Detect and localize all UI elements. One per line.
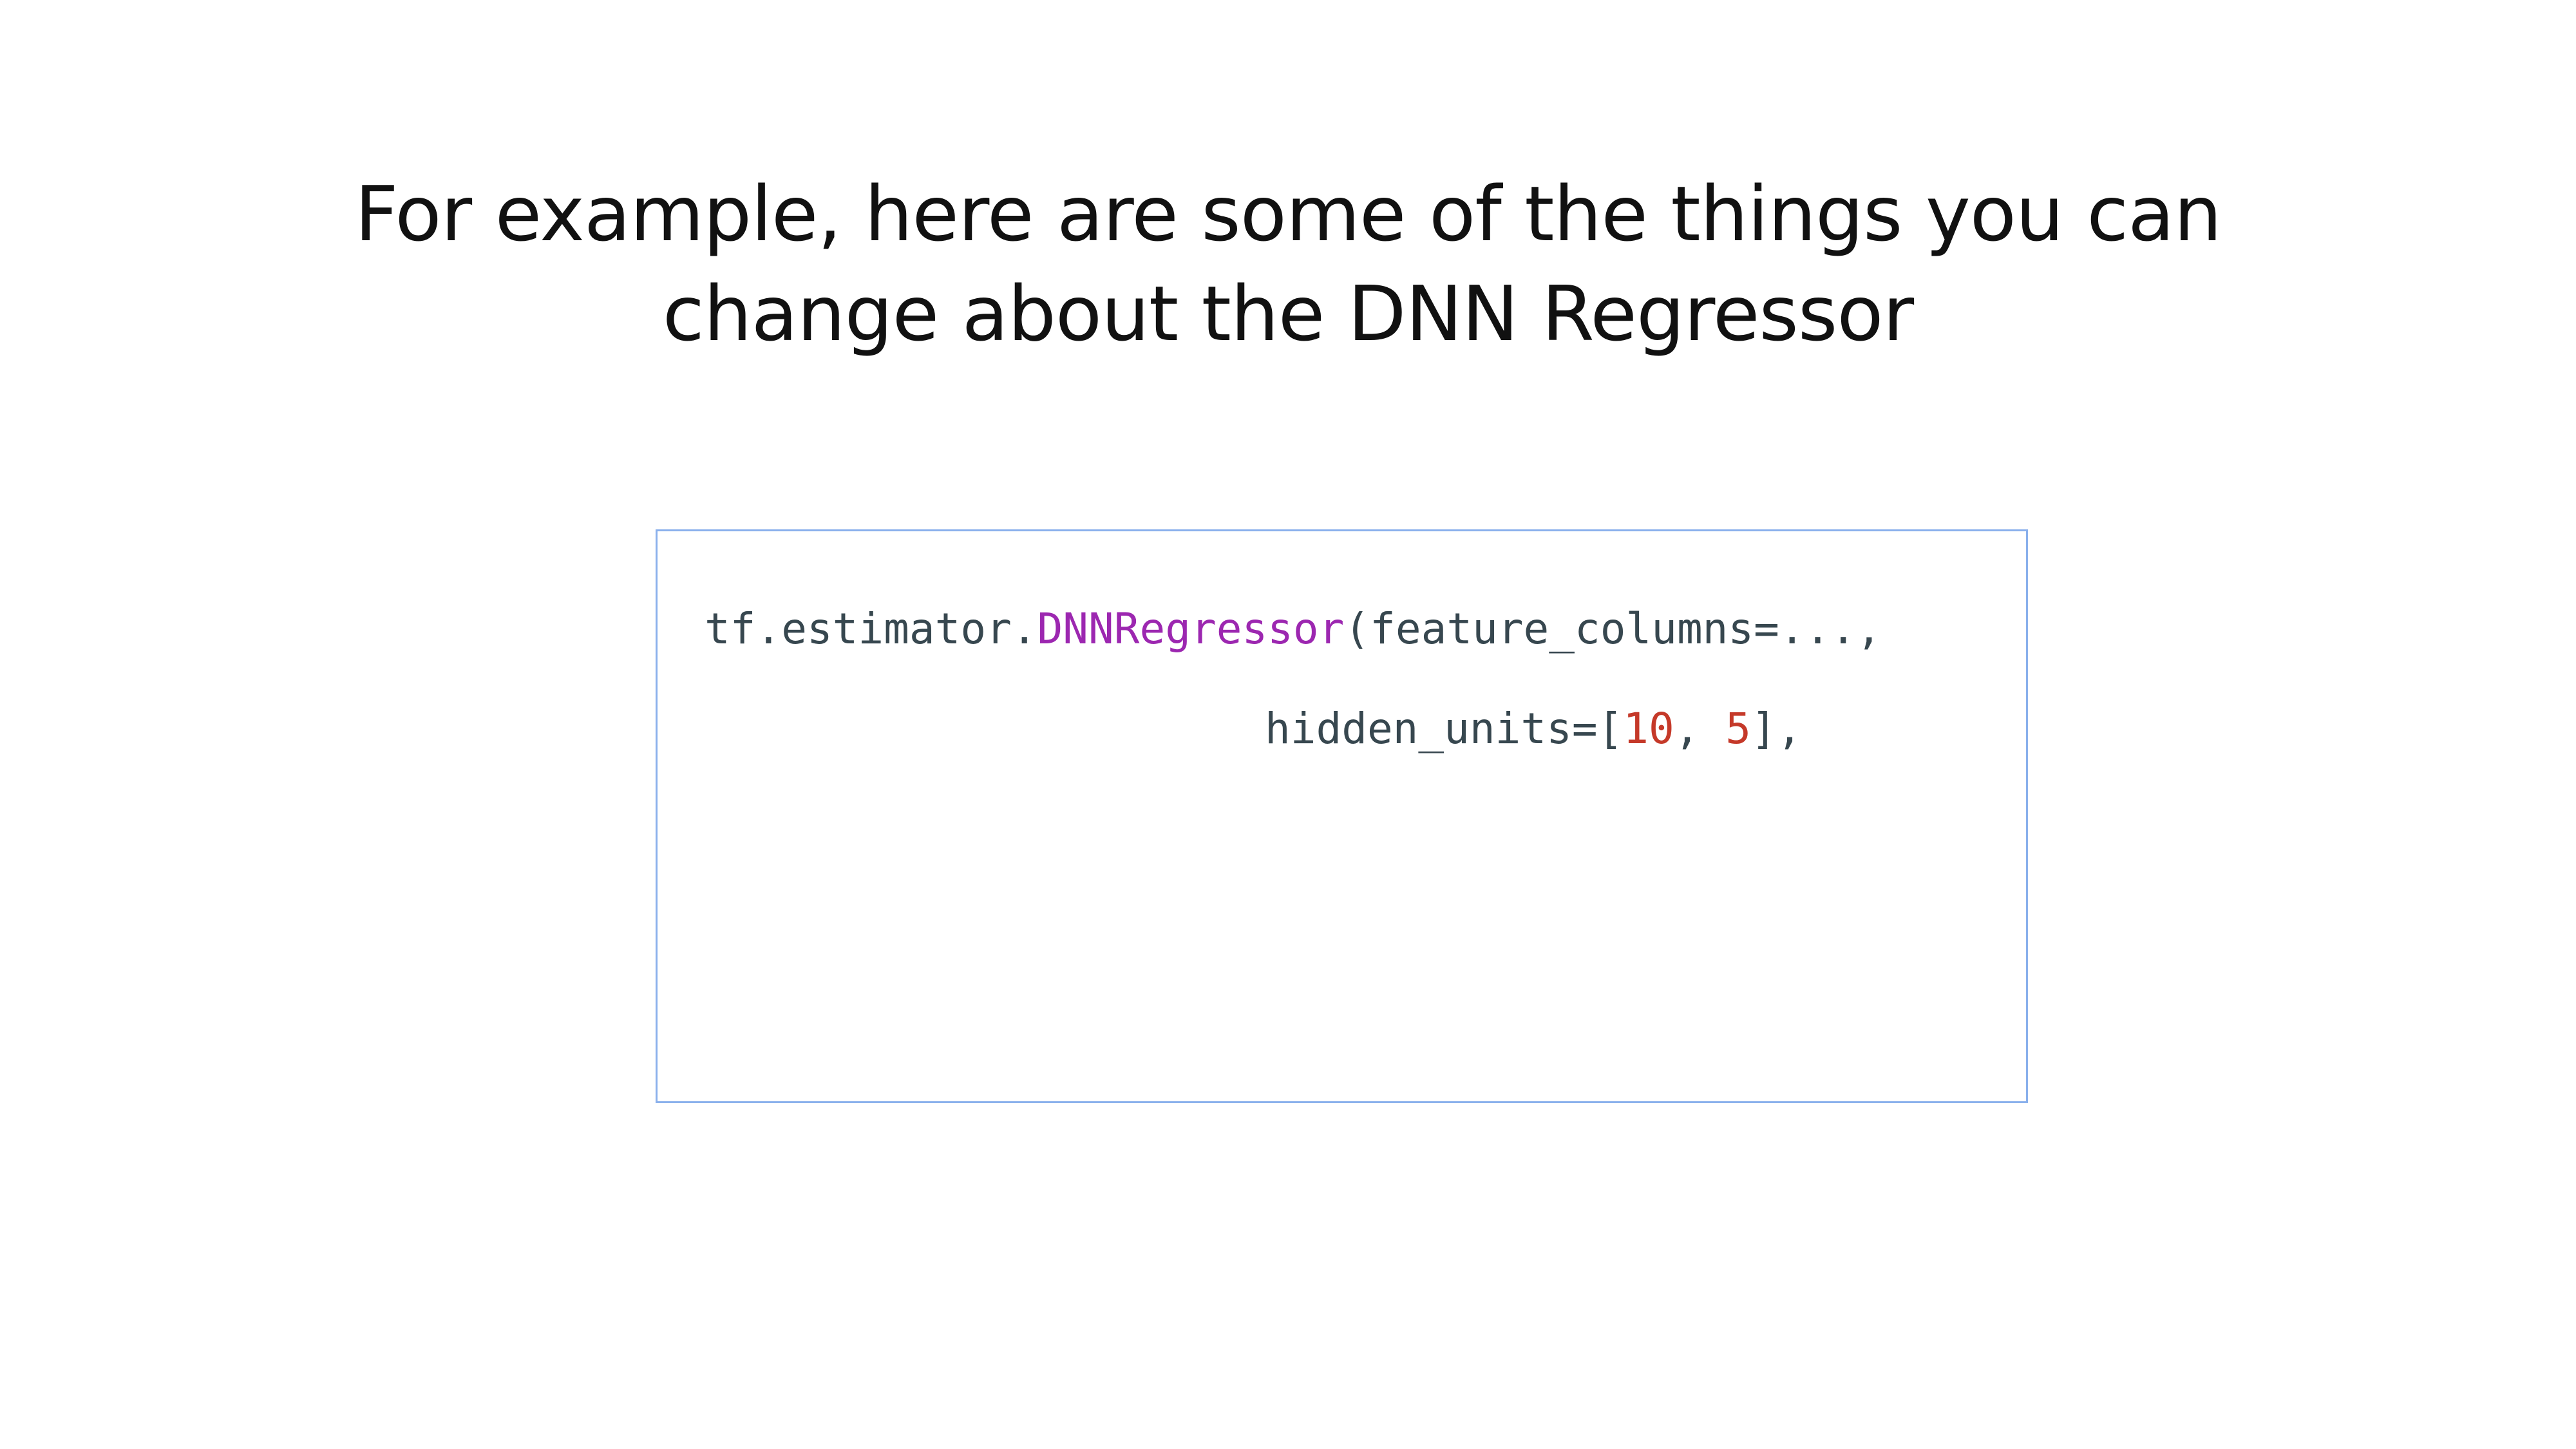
code-hidden-units-value-2: 5 [1725,704,1752,753]
code-line-2: hidden_units=[10, 5], [1265,703,1803,755]
code-line-1: tf.estimator.DNNRegressor(feature_column… [705,603,1882,655]
code-constructor-args: (feature_columns=..., [1344,604,1882,654]
code-class-name: DNNRegressor [1037,604,1345,654]
code-hidden-units-prefix: hidden_units=[ [1265,704,1624,753]
code-module-prefix: tf.estimator. [705,604,1037,654]
slide-title-line-2: change about the DNN Regressor [662,269,1914,358]
code-snippet-box: tf.estimator.DNNRegressor(feature_column… [656,529,2028,1103]
slide-title-line-1: For example, here are some of the things… [354,169,2222,258]
code-hidden-units-value-1: 10 [1623,704,1674,753]
code-hidden-units-suffix: ], [1751,704,1803,753]
code-separator: , [1674,704,1726,753]
slide-title: For example, here are some of the things… [193,164,2383,364]
